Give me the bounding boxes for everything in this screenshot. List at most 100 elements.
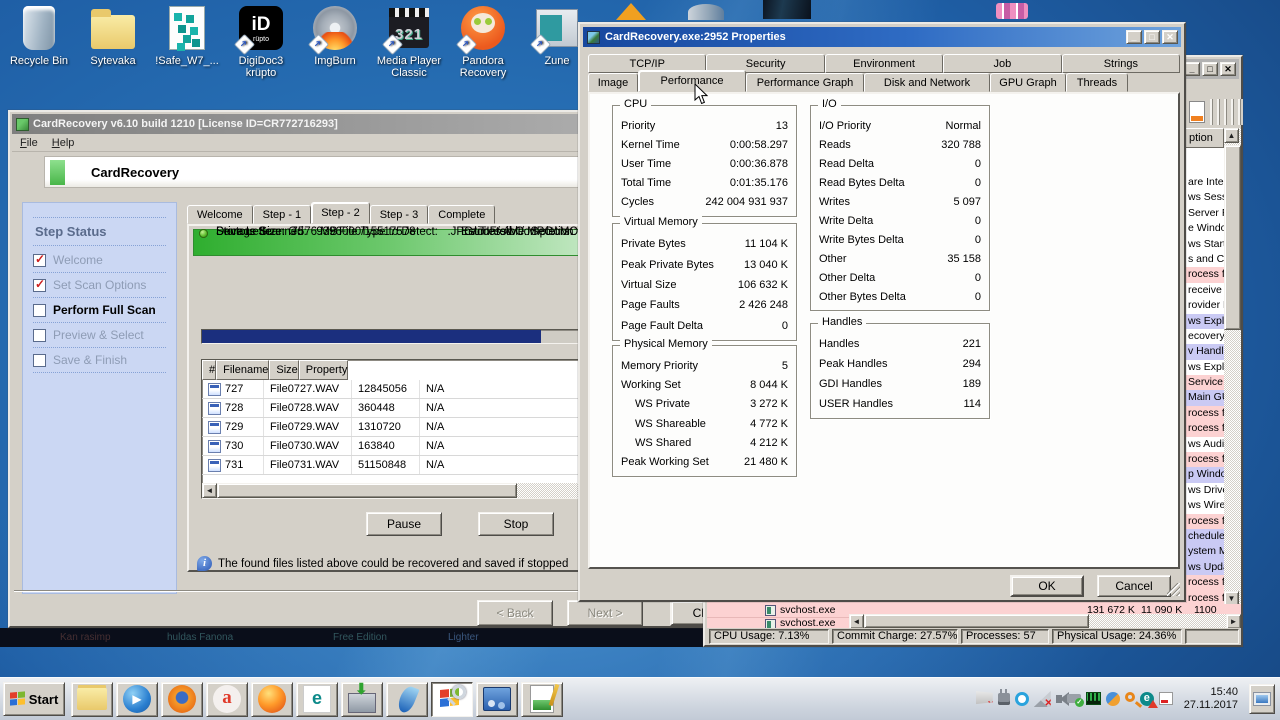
desktop-icon[interactable]: Recycle Bin [2,4,76,79]
scrollbar-thumb[interactable] [217,483,517,498]
minimize-icon[interactable]: _ [1126,30,1142,44]
dialog-tab[interactable]: Environment [825,54,943,73]
table-header-cell[interactable]: # [202,360,216,380]
blue-feather-icon[interactable] [386,682,428,717]
cardrecovery-tab[interactable]: Complete [428,205,495,224]
process-row[interactable]: svchost.exe [707,617,849,628]
search-magnifier-icon[interactable] [1125,692,1135,702]
green-bullet-icon [199,229,208,238]
volume-icon[interactable] [1056,695,1062,703]
maximize-icon[interactable]: □ [1144,30,1160,44]
toolbar-button-icon[interactable] [1189,101,1205,123]
back-button[interactable]: < Back [477,600,553,626]
computer-management-icon[interactable] [476,682,518,717]
partial-pink-icon[interactable] [996,3,1028,19]
stat-label: Other Bytes Delta [819,291,906,303]
media-player-icon[interactable] [116,682,158,717]
scroll-left-arrow-icon[interactable]: ◄ [849,614,864,628]
stat-row: User Time0:00:36.878 [621,158,788,170]
partial-dark-icon[interactable] [763,0,811,19]
table-header-cell[interactable]: Filename [216,360,269,380]
windows-explorer-icon[interactable] [71,682,113,717]
stop-button[interactable]: Stop [478,512,554,536]
cardrecovery-tab[interactable]: Step - 1 [253,205,312,224]
firefox-old-icon[interactable] [161,682,203,717]
step-status-label: Preview & Select [53,328,144,342]
minimize-icon[interactable]: _ [1184,62,1200,76]
pause-button[interactable]: Pause [366,512,442,536]
desktop-icon[interactable]: Media Player Classic [372,4,446,79]
scroll-left-arrow-icon[interactable]: ◄ [202,483,217,498]
desktop-icon[interactable]: Sytevaka [76,4,150,79]
ok-button[interactable]: OK [1010,575,1084,597]
dialog-tab[interactable]: Threads [1066,73,1128,92]
red-box-icon[interactable] [1159,692,1173,705]
process-list-horizontal-scrollbar[interactable]: ◄ ► [849,614,1241,628]
stat-value: 8 044 K [750,379,788,391]
process-explorer-icon[interactable] [431,682,473,717]
windows-flag-icon [10,691,25,706]
system-tray: 15:40 27.11.2017 [976,678,1277,720]
eset-alert-icon[interactable] [1140,692,1154,706]
close-icon[interactable]: ✕ [1220,62,1236,76]
cardrecovery-icon[interactable] [341,682,383,717]
dialog-tab[interactable]: Performance Graph [746,73,864,92]
stat-row: Total Time0:01:35.176 [621,177,788,189]
dialog-titlebar[interactable]: CardRecovery.exe:2952 Properties _ □ ✕ [583,27,1181,47]
dialog-tab[interactable]: Job [943,54,1061,73]
stat-value: 4 772 K [750,418,788,430]
cancel-button[interactable]: Cancel [1097,575,1171,597]
menu-item[interactable]: File [20,137,38,149]
network-error-icon[interactable] [1034,691,1051,707]
scroll-up-arrow-icon[interactable]: ▲ [1224,128,1239,143]
blue-ring-icon[interactable] [1015,692,1029,706]
dialog-tab[interactable]: Disk and Network [864,73,990,92]
maximize-icon[interactable]: □ [1202,62,1218,76]
cardrecovery-tab[interactable]: Step - 2 [311,202,370,224]
checkbox-icon[interactable] [33,329,46,342]
table-header-cell[interactable]: Size [269,360,298,380]
power-plug-icon[interactable] [998,693,1010,705]
notepad-editor-icon[interactable] [521,682,563,717]
checkbox-icon[interactable] [33,279,46,292]
dialog-tab[interactable]: Image [588,73,638,92]
partial-swoosh-icon[interactable] [688,4,724,20]
dialog-tab[interactable]: Strings [1062,54,1180,73]
checkbox-icon[interactable] [33,354,46,367]
resize-grip[interactable] [1167,583,1180,596]
cell-number: 729 [202,418,264,436]
clock[interactable]: 15:40 27.11.2017 [1178,686,1244,712]
stat-label: WS Shareable [621,418,706,430]
desktop-icon[interactable]: ImgBurn [298,4,372,79]
checkbox-icon[interactable] [33,254,46,267]
network-activity-icon[interactable] [1086,692,1101,705]
action-center-icon[interactable] [976,691,993,707]
process-list-vertical-scrollbar[interactable]: ▲ ▼ [1224,128,1241,606]
partial-orange-icon[interactable] [616,3,646,20]
red-a-app-icon[interactable] [206,682,248,717]
desktop-icon[interactable]: DigiDoc3 krüpto [224,4,298,79]
stat-row: Private Bytes11 104 K [621,238,788,250]
desktop-icon[interactable]: !Safe_W7_... [150,4,224,79]
eset-icon[interactable] [296,682,338,717]
menu-item[interactable]: Help [52,137,75,149]
scroll-right-arrow-icon[interactable]: ► [1226,614,1241,628]
table-header-cell[interactable]: Property [299,360,349,380]
show-desktop-button[interactable] [1249,684,1275,714]
stat-row: Write Bytes Delta0 [819,234,981,246]
scrollbar-thumb[interactable] [864,614,1089,628]
next-button[interactable]: Next > [567,600,643,626]
dialog-tab[interactable]: GPU Graph [990,73,1066,92]
scrollbar-thumb[interactable] [1224,145,1241,330]
checkbox-icon[interactable] [33,304,46,317]
usb-safely-remove-icon[interactable] [1067,694,1081,703]
firefox-icon[interactable] [251,682,293,717]
language-orb-icon[interactable] [1106,692,1120,706]
desktop-icon-image [89,4,137,52]
close-icon[interactable]: ✕ [1162,30,1178,44]
dialog-tab[interactable]: Performance [638,70,746,92]
cardrecovery-tab[interactable]: Welcome [187,205,253,224]
desktop-icon[interactable]: Pandora Recovery [446,4,520,79]
cardrecovery-tab[interactable]: Step - 3 [370,205,429,224]
start-button[interactable]: Start [3,682,65,716]
